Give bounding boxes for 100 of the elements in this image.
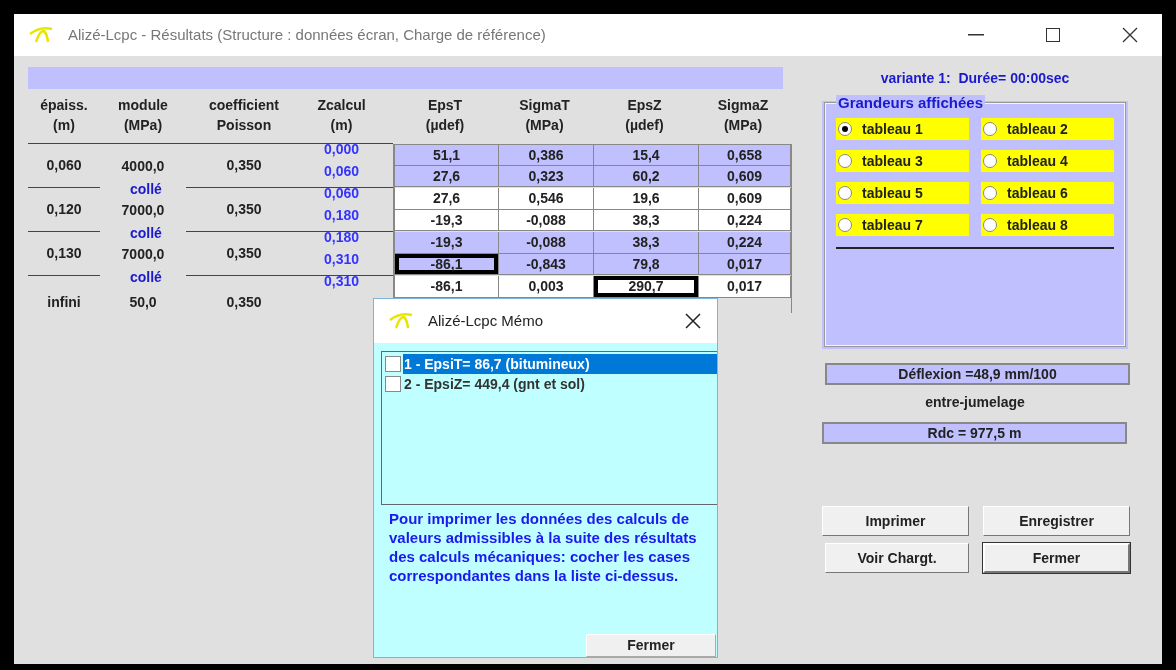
result-cell: -86,1 [395,253,499,275]
result-cell: -19,3 [395,232,499,254]
option-label: tableau 5 [862,183,923,203]
radio-button[interactable] [983,122,997,136]
result-cell: 15,4 [594,144,699,166]
thickness-value: 0,060 [46,156,82,175]
column-header: SigmaT (MPa) [518,96,571,135]
radio-button[interactable] [838,122,852,136]
dialog-button[interactable]: Enregistrer [983,506,1130,536]
radio-option[interactable]: tableau 6 [981,182,1114,204]
result-cell: 0,658 [699,144,791,166]
module-value: 7000,0 [121,244,165,264]
result-cell: 27,6 [395,165,499,187]
result-cell: 38,3 [594,209,699,231]
option-label: tableau 1 [862,119,923,139]
column-header: coefficient Poisson [208,96,280,135]
radio-option[interactable]: tableau 4 [981,150,1114,172]
memo-list-item[interactable]: 2 - EpsiZ= 449,4 (gnt et sol) [403,374,717,394]
radio-button[interactable] [983,186,997,200]
option-label: tableau 7 [862,215,923,235]
module-value: 50,0 [129,293,157,312]
deflection-value: Déflexion =48,9 mm/100 [825,363,1130,385]
depth-value: 0,000 [323,141,359,157]
result-cell: 290,7 [594,276,699,298]
close-icon[interactable] [1122,27,1138,43]
poisson-value: 0,350 [226,200,262,219]
column-header: EpsZ (µdef) [624,96,665,135]
radio-button[interactable] [838,154,852,168]
result-cell: 0,609 [699,165,791,187]
poisson-value: 0,350 [226,156,262,175]
result-cell: 60,2 [594,165,699,187]
result-cell: -86,1 [395,276,499,298]
result-cell: 38,3 [594,232,699,254]
radio-option[interactable]: tableau 3 [836,150,969,172]
result-cell: 0,323 [499,165,594,187]
option-label: tableau 3 [862,151,923,171]
checkbox[interactable] [385,356,401,372]
depth-value: 0,060 [323,162,359,179]
thickness-value: 0,120 [46,200,82,219]
poisson-value: 0,350 [226,244,262,263]
module-value: 7000,0 [121,200,165,220]
dialog-button[interactable]: Voir Chargt. [825,543,969,573]
interface-label: collé [130,225,162,241]
dialog-button[interactable]: Imprimer [822,506,969,536]
radio-button[interactable] [838,218,852,232]
option-label: tableau 6 [1007,183,1068,203]
result-cell: 0,003 [499,276,594,298]
memo-title: Alizé-Lcpc Mémo [428,310,544,331]
radio-option[interactable]: tableau 2 [981,118,1114,140]
dialog-button[interactable]: Fermer [983,543,1130,573]
radio-option[interactable]: tableau 7 [836,214,969,236]
maximize-icon[interactable] [1046,28,1060,42]
thickness-value: 0,130 [46,244,82,263]
result-cell: 19,6 [594,188,699,210]
close-button[interactable]: Fermer [586,634,716,657]
checkbox[interactable] [385,376,401,392]
result-cell: 0,386 [499,144,594,166]
column-header: module (MPa) [117,96,169,135]
radio-button[interactable] [838,186,852,200]
column-header: SigmaZ (MPa) [716,96,770,135]
logo-icon [28,26,54,44]
depth-value: 0,060 [323,185,359,201]
result-cell: 0,609 [699,188,791,210]
result-cell: -19,3 [395,209,499,231]
memo-message: Pour imprimer les données des calculs de valeurs admissibles à la suite des résultats des calculs mécaniques: cocher les cases correspondantes dans la liste ci-dessus. [388,509,698,585]
variant-label: variante 1: Durée= 00:00sec [879,69,1071,88]
result-cell: -0,088 [499,232,594,254]
option-label: tableau 2 [1007,119,1068,139]
result-cell: 51,1 [395,144,499,166]
option-label: tableau 8 [1007,215,1068,235]
depth-value: 0,180 [323,229,359,245]
interface-label: collé [130,181,162,197]
close-icon[interactable] [685,313,701,329]
memo-list-item[interactable]: 1 - EpsiT= 86,7 (bitumineux) [403,354,717,374]
module-value: 4000,0 [121,156,165,176]
result-cell: 0,224 [699,209,791,231]
result-cell: 79,8 [594,253,699,275]
option-label: tableau 4 [1007,151,1068,171]
depth-value: 0,310 [323,250,359,267]
result-cell: -0,843 [499,253,594,275]
column-header: Zcalcul (m) [316,96,367,135]
depth-value: 0,310 [323,273,359,289]
depth-value: 0,180 [323,206,359,223]
minimize-icon[interactable] [968,34,984,36]
radio-option[interactable]: tableau 8 [981,214,1114,236]
result-cell: 0,017 [699,253,791,275]
group-title: Grandeurs affichées [836,95,986,111]
deflection-note: entre-jumelage [924,393,1026,412]
result-cell: 0,546 [499,188,594,210]
rdc-value: Rdc = 977,5 m [822,422,1127,444]
radio-button[interactable] [983,218,997,232]
interface-label: collé [130,269,162,285]
result-cell: -0,088 [499,209,594,231]
column-header: EpsT (µdef) [424,96,466,135]
column-header: épaiss. (m) [39,96,89,135]
result-cell: 0,224 [699,232,791,254]
thickness-value: infini [47,293,81,312]
radio-option[interactable]: tableau 5 [836,182,969,204]
radio-button[interactable] [983,154,997,168]
radio-option[interactable]: tableau 1 [836,118,969,140]
